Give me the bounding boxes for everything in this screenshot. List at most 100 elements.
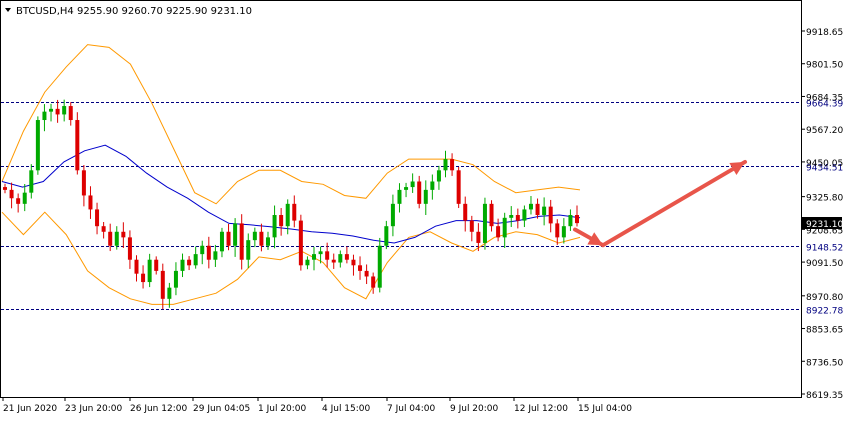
candle-body	[331, 259, 336, 263]
candle-body	[279, 215, 284, 227]
candle-body	[575, 215, 579, 224]
candle-body	[397, 189, 402, 204]
candle-body	[9, 189, 14, 199]
price-level-label: 9148.52	[806, 244, 843, 254]
candle-body	[325, 251, 330, 260]
candle-body	[75, 120, 80, 171]
candle-body	[95, 209, 100, 227]
x-tick-label: 1 Jul 20:00	[258, 404, 307, 414]
x-tick-label: 7 Jul 04:00	[387, 404, 436, 414]
candle-body	[489, 203, 494, 227]
candle-body	[476, 231, 481, 243]
y-tick-label: 9801.50	[806, 61, 843, 71]
x-tick-label: 15 Jul 04:00	[578, 404, 632, 414]
y-tick-label: 8853.65	[806, 326, 843, 336]
candle-body	[127, 237, 132, 260]
candle-body	[108, 231, 113, 246]
candle-body	[121, 231, 126, 238]
y-tick-label: 9325.80	[806, 194, 843, 204]
candle-body	[233, 223, 238, 246]
chart-canvas: 9664.399434.519148.528922.789231.10 9918…	[0, 0, 843, 414]
candle-body	[443, 159, 448, 171]
x-tick-label: 4 Jul 15:00	[322, 404, 371, 414]
candle-body	[147, 259, 152, 283]
x-tick-label: 26 Jun 12:00	[130, 404, 187, 414]
candle-body	[482, 203, 487, 243]
candle-body	[404, 187, 409, 190]
candle-body	[200, 245, 205, 255]
candle-body	[285, 203, 290, 227]
candle-body	[456, 170, 461, 204]
candle-body	[213, 251, 218, 260]
candle-body	[469, 220, 474, 232]
candle-body	[3, 187, 7, 190]
candle-body	[298, 220, 303, 266]
candle-body	[561, 226, 566, 238]
candle-body	[351, 259, 356, 266]
candle-body	[246, 240, 251, 260]
candle-body	[542, 206, 547, 216]
candle-body	[410, 181, 415, 188]
candle-body	[180, 259, 185, 271]
y-tick-label: 8970.80	[806, 293, 843, 303]
x-tick-label: 9 Jul 20:00	[450, 404, 499, 414]
x-tick-label: 12 Jul 12:00	[514, 404, 568, 414]
candle-body	[206, 245, 211, 260]
candle-body	[371, 276, 376, 288]
ohlc-values: 9255.90 9260.70 9225.90 9231.10	[77, 6, 252, 17]
y-tick-label: 9091.50	[806, 259, 843, 269]
candle-body	[114, 231, 119, 246]
candle-body	[509, 215, 514, 218]
candle-body	[436, 170, 441, 182]
x-axis: 21 Jun 2020 23 Jun 20:00 26 Jun 12:00 29 Ju…	[2, 397, 632, 414]
y-tick-label: 8619.35	[806, 391, 843, 401]
x-tick-label: 29 Jun 04:05	[193, 404, 250, 414]
candle-body	[49, 108, 54, 112]
candle-body	[548, 206, 553, 224]
candle-body	[193, 254, 198, 266]
candle-body	[272, 215, 277, 238]
candle-body	[417, 181, 422, 204]
candle-body	[81, 170, 86, 196]
candle-body	[154, 259, 159, 271]
candle-body	[29, 170, 34, 193]
candle-body	[265, 237, 270, 246]
candle-body	[423, 189, 428, 204]
candle-body	[390, 203, 395, 227]
x-tick-label: 23 Jun 20:00	[65, 404, 122, 414]
candle-body	[358, 265, 363, 271]
candle-body	[555, 223, 560, 238]
y-tick-label: 8736.50	[806, 358, 843, 368]
candle-body	[450, 159, 455, 171]
y-tick-label: 9567.20	[806, 126, 843, 136]
candle-body	[101, 226, 106, 232]
candle-body	[515, 215, 520, 221]
candle-body	[68, 106, 73, 121]
candle-body	[384, 226, 389, 246]
candle-body	[16, 198, 21, 204]
candle-body	[568, 215, 573, 227]
candle-body	[344, 254, 349, 260]
candle-body	[338, 254, 343, 263]
candle-body	[173, 270, 178, 288]
candle-body	[305, 259, 310, 266]
candle-body	[219, 231, 224, 252]
candle-body	[535, 203, 540, 216]
y-tick-label: 9918.65	[806, 28, 843, 38]
candle-body	[187, 259, 192, 266]
candle-body	[318, 251, 323, 255]
price-level-label: 8922.78	[806, 307, 843, 317]
candle-body	[364, 270, 369, 277]
y-axis: 9918.65 9801.50 9684.35 9567.20 9450.05 9325.…	[801, 28, 843, 401]
chart-header: BTCUSD,H4 9255.90 9260.70 9225.90 9231.1…	[5, 6, 252, 17]
chart: 9664.39 9434.51 9148.52 8922.78 9231.10 9918…	[0, 0, 846, 419]
candle-body	[88, 195, 93, 210]
candle-body	[522, 209, 527, 221]
candle-body	[312, 254, 317, 260]
y-tick-label: 9450.05	[806, 159, 843, 169]
symbol-label: BTCUSD,H4	[16, 6, 74, 17]
candle-body	[160, 270, 165, 299]
candle-body	[502, 217, 507, 238]
candle-body	[62, 106, 67, 115]
candle-body	[430, 181, 435, 190]
